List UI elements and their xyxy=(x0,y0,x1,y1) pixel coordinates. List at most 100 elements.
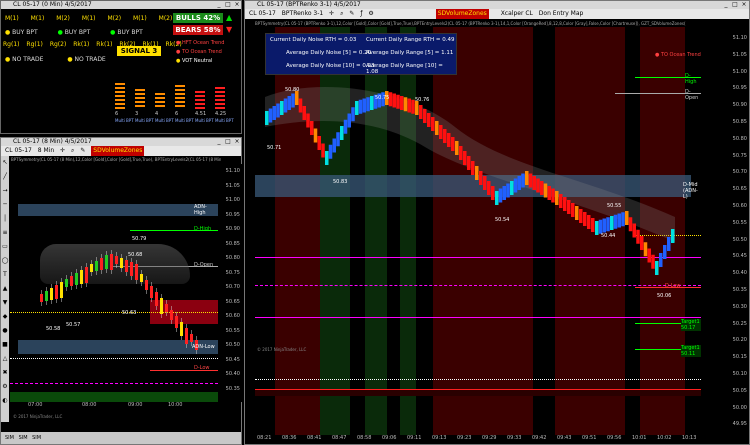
renko-brick xyxy=(459,146,463,160)
candle-body xyxy=(120,258,123,268)
m-label: M(2) xyxy=(107,15,122,22)
account-tab[interactable]: SIM xyxy=(19,435,28,441)
minimize-button[interactable]: _ xyxy=(216,2,222,8)
ellipse-tool-icon[interactable]: ◯ xyxy=(1,254,9,268)
text-tool-icon[interactable]: T xyxy=(1,268,9,282)
crosshair-icon[interactable]: ✛ xyxy=(329,9,334,19)
arrow-down-tool-icon[interactable]: ▼ xyxy=(1,296,9,310)
instrument-select[interactable]: CL 05-17 xyxy=(249,9,276,19)
renko-brick xyxy=(610,216,614,230)
avg-noise10-text: Average Daily Noise [10] = 0.23 xyxy=(286,63,375,69)
close-button[interactable]: × xyxy=(741,2,747,8)
small-chart-toolbar: CL 05-17 8 Min ✛ ⌕ ✎ SDVolumeZones xyxy=(1,146,241,156)
settings-tool-icon[interactable]: ⚙ xyxy=(1,380,9,394)
line-tool-icon[interactable]: ╱ xyxy=(1,170,9,184)
candle-body xyxy=(40,294,43,302)
renko-brick xyxy=(475,166,479,180)
y-tick: 50.35 xyxy=(225,385,240,392)
renko-brick xyxy=(487,181,491,195)
maximize-button[interactable]: □ xyxy=(732,2,738,8)
pointer-tool-icon[interactable]: ↖ xyxy=(1,156,9,170)
hline-tool-icon[interactable]: ─ xyxy=(1,198,9,212)
maximize-button[interactable]: □ xyxy=(225,139,231,145)
y-tick: 50.00 xyxy=(732,404,747,411)
draw-icon[interactable]: ✎ xyxy=(80,146,85,156)
entry-map-button[interactable]: Don Entry Map xyxy=(539,9,584,19)
arrow-up-icon: ▲ xyxy=(226,13,233,22)
renko-brick xyxy=(563,197,567,211)
x-tick: 09:51 xyxy=(582,435,597,441)
account-tab[interactable]: SIM xyxy=(32,435,41,441)
account-tab[interactable]: SIM xyxy=(5,435,14,441)
dot-tool-icon[interactable]: ● xyxy=(1,324,9,338)
price-label: 50.76 xyxy=(415,97,430,103)
y-tick: 50.10 xyxy=(732,371,747,377)
price-label: 50.57 xyxy=(66,322,81,328)
crosshair-icon[interactable]: ✛ xyxy=(60,146,65,156)
interval-select[interactable]: BPTRenko 3-1 xyxy=(282,9,323,19)
small-chart-titlebar[interactable]: CL 05-17 (8 Min) 4/5/2017 xyxy=(1,138,241,146)
x-tick: 09:00 xyxy=(128,402,143,408)
xcalper-button[interactable]: Xcalper CL xyxy=(501,9,533,19)
buy-label: BUY BPT xyxy=(12,29,38,36)
market-window-titlebar[interactable]: CL 05-17 (0 Min) 4/5/2017 xyxy=(1,1,241,9)
x-tick: 07:00 xyxy=(28,402,43,408)
renko-brick xyxy=(347,113,351,128)
arrow-up-tool-icon[interactable]: ▲ xyxy=(1,282,9,296)
renko-brick xyxy=(587,215,591,229)
renko-brick xyxy=(567,200,571,214)
renko-brick xyxy=(336,132,340,147)
y-tick: 50.90 xyxy=(732,102,747,109)
minimize-button[interactable]: _ xyxy=(723,2,729,8)
m-label: M(1) xyxy=(81,15,96,22)
zoom-icon[interactable]: ⌕ xyxy=(340,9,343,19)
renko-brick xyxy=(455,141,459,155)
main-chart-titlebar[interactable]: CL 05-17 (BPTRenko 3-1) 4/5/2017 xyxy=(245,1,749,9)
minimize-button[interactable]: _ xyxy=(216,139,222,145)
zoom-icon[interactable]: ⌕ xyxy=(71,146,74,156)
no-trade-label: NO TRADE xyxy=(74,56,106,63)
interval-select[interactable]: 8 Min xyxy=(38,146,54,156)
strategy-icon[interactable]: ⚙ xyxy=(368,9,373,19)
candle-body xyxy=(145,280,148,290)
draw-icon[interactable]: ✎ xyxy=(349,9,354,19)
r-label: Rk(1) xyxy=(73,41,90,48)
buy-dot-icon: ● xyxy=(5,29,11,36)
small-chart-window: CL 05-17 (8 Min) 4/5/2017 _ □ × CL 05-17… xyxy=(0,137,242,445)
signal-badge: SIGNAL 3 xyxy=(117,46,161,56)
delete-tool-icon[interactable]: ✖ xyxy=(1,366,9,380)
hist-col xyxy=(195,91,205,109)
renko-brick xyxy=(525,171,529,185)
renko-brick xyxy=(651,254,655,269)
maximize-button[interactable]: □ xyxy=(225,2,231,8)
diamond-tool-icon[interactable]: ◆ xyxy=(1,310,9,324)
indicator-line: BPTSymmetry(CL 05-17 (8 Min),12,Color [G… xyxy=(11,157,221,162)
renko-brick xyxy=(667,237,671,251)
indicator-icon[interactable]: ƒ xyxy=(360,9,362,19)
sdvolume-button[interactable]: SDVolumeZones xyxy=(435,9,489,19)
x-tick: 08:47 xyxy=(332,435,347,441)
y-tick: 50.25 xyxy=(732,320,747,327)
close-button[interactable]: × xyxy=(234,2,240,8)
sdvolume-button[interactable]: SDVolumeZones xyxy=(91,146,145,156)
square-tool-icon[interactable]: ■ xyxy=(1,338,9,352)
renko-brick xyxy=(310,121,314,135)
close-button[interactable]: × xyxy=(234,139,240,145)
y-tick: 50.80 xyxy=(225,255,240,261)
renko-brick xyxy=(495,191,499,205)
hide-tool-icon[interactable]: ◐ xyxy=(1,394,9,408)
x-tick: 10:00 xyxy=(168,402,183,408)
rect-tool-icon[interactable]: ▭ xyxy=(1,240,9,254)
ray-tool-icon[interactable]: → xyxy=(1,184,9,198)
x-tick: 10:02 xyxy=(657,435,672,441)
price-label: 50.63 xyxy=(122,310,137,316)
renko-brick xyxy=(598,219,603,234)
window-title: CL 05-17 (8 Min) 4/5/2017 xyxy=(13,138,92,145)
renko-brick xyxy=(451,137,455,151)
triangle-tool-icon[interactable]: △ xyxy=(1,352,9,366)
fib-tool-icon[interactable]: ≡ xyxy=(1,226,9,240)
adn-low-label: ADN-Low xyxy=(192,344,215,350)
instrument-select[interactable]: CL 05-17 xyxy=(5,146,32,156)
price-label: 50.58 xyxy=(46,326,61,332)
vline-tool-icon[interactable]: │ xyxy=(1,212,9,226)
